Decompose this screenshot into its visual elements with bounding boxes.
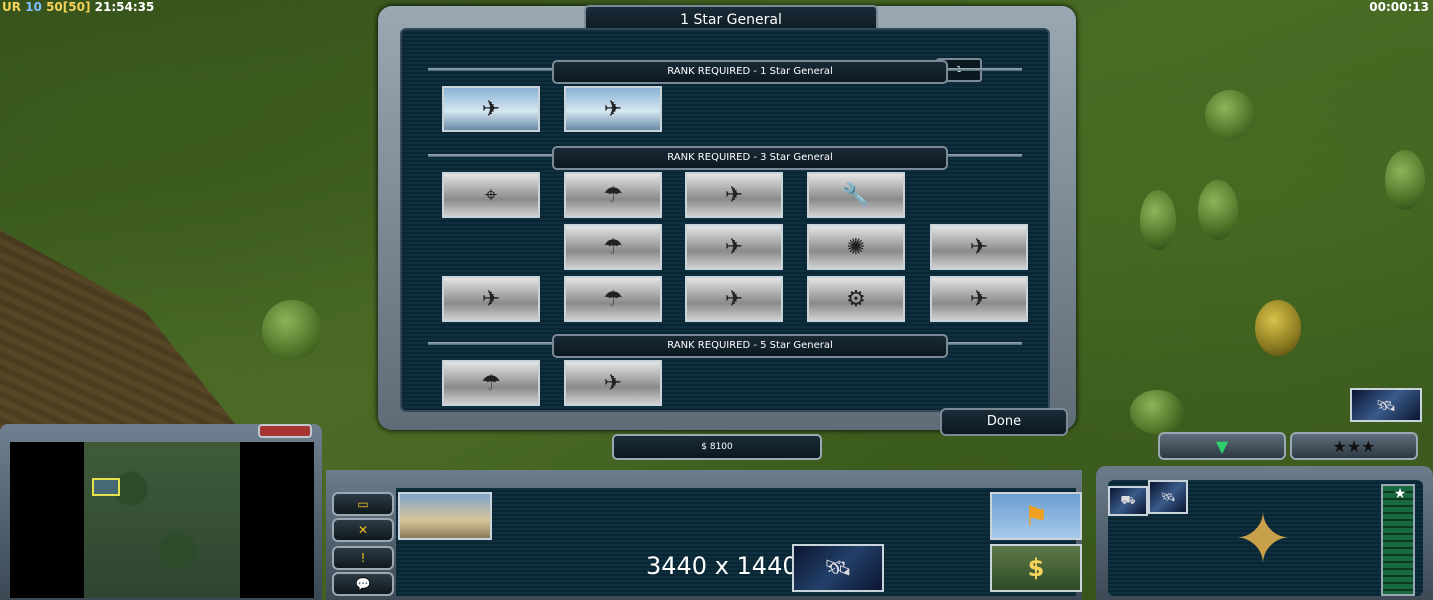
command-bar: $ 8100 ▭ ✕ ! 💬 3440 x 1440 🛰 ⚑ $ ▼ ★★★ 🛰… bbox=[0, 388, 1433, 600]
ability-button[interactable]: 🔧 bbox=[807, 172, 905, 218]
drone-icon: ✈ bbox=[481, 96, 501, 122]
collapse-panel-button[interactable]: ▼ bbox=[1158, 432, 1286, 460]
ability-button[interactable]: ✈ bbox=[564, 86, 662, 132]
rank-header-3: RANK REQUIRED - 3 Star General bbox=[552, 146, 948, 170]
select-units-button[interactable]: ▭ bbox=[332, 492, 394, 516]
attack-button[interactable]: ✕ bbox=[332, 518, 394, 542]
spectre-gunship-2-icon: ✈ bbox=[969, 286, 989, 312]
satellite-queue-icon[interactable]: 🛰 bbox=[1148, 480, 1188, 514]
chat-icon: 💬 bbox=[355, 577, 371, 591]
general-rank-frame: ⛟ 🛰 ✦ ★ bbox=[1096, 466, 1433, 600]
minimap[interactable] bbox=[10, 442, 314, 598]
ability-button[interactable]: ✈ bbox=[685, 276, 783, 322]
spectre-gunship-icon: ✈ bbox=[969, 234, 989, 260]
tree bbox=[1140, 190, 1176, 250]
paradrop-icon: ☂ bbox=[603, 182, 623, 208]
fuel-air-bomb-icon: ✈ bbox=[603, 370, 623, 396]
repair-wrench-icon: 🔧 bbox=[842, 182, 870, 208]
tree bbox=[1198, 180, 1238, 240]
repair-3-icon: ⚙ bbox=[846, 286, 866, 312]
hud-stat-1: UR bbox=[2, 0, 21, 14]
a10-strike-3-icon: ✈ bbox=[724, 286, 744, 312]
radar-frame bbox=[0, 424, 322, 600]
sniper-icon: ⌖ bbox=[484, 182, 498, 208]
a10-strike-2-icon: ✈ bbox=[724, 234, 744, 260]
general-rank-emblem-icon: ✦ bbox=[1233, 498, 1293, 580]
ability-button[interactable]: ⚙ bbox=[807, 276, 905, 322]
paradrop-2-icon: ☂ bbox=[603, 234, 623, 260]
hud-stats: UR 10 50[50] 21:54:35 bbox=[2, 0, 154, 14]
cash-bounty-icon[interactable]: $ bbox=[990, 544, 1082, 592]
ability-button[interactable]: ⌖ bbox=[442, 172, 540, 218]
rank-header-1: RANK REQUIRED - 1 Star General bbox=[552, 60, 948, 84]
general-rank-body: ⛟ 🛰 ✦ ★ bbox=[1108, 480, 1423, 596]
satellite-icon: 🛰 bbox=[792, 544, 884, 592]
ability-button[interactable]: ☂ bbox=[564, 172, 662, 218]
alert-icon: ! bbox=[360, 551, 366, 565]
money-display: $ 8100 bbox=[612, 434, 822, 460]
panel-body: 1 RANK REQUIRED - 1 Star General RANK RE… bbox=[400, 28, 1068, 436]
tree bbox=[1385, 150, 1425, 210]
hud-clock: 21:54:35 bbox=[94, 0, 155, 14]
ability-button[interactable]: ✈ bbox=[685, 224, 783, 270]
select-units-icon: ▭ bbox=[357, 497, 369, 511]
ability-button[interactable]: ✈ bbox=[564, 360, 662, 406]
resolution-label: 3440 x 1440 bbox=[646, 552, 798, 580]
ability-button[interactable]: ☂ bbox=[564, 276, 662, 322]
satellite-thumb-icon[interactable]: 🛰 bbox=[1350, 388, 1422, 422]
flag-icon[interactable]: ⚑ bbox=[990, 492, 1082, 540]
crossed-swords-icon: ✕ bbox=[357, 523, 369, 537]
unit-queue-icon[interactable]: ⛟ bbox=[1108, 486, 1148, 516]
ability-button[interactable]: ☂ bbox=[442, 360, 540, 406]
minimap-terrain bbox=[84, 442, 240, 598]
supply-drop-icon: ☂ bbox=[481, 370, 501, 396]
dozer-unit-portrait[interactable] bbox=[398, 492, 492, 540]
tree bbox=[262, 300, 322, 360]
tree bbox=[1205, 90, 1255, 140]
rank-star-icon: ★ bbox=[1393, 486, 1407, 502]
camera-view-marker bbox=[92, 478, 120, 496]
general-powers-panel: 1 Star General 1 RANK REQUIRED - 1 Star … bbox=[378, 5, 1076, 436]
general-stars-button[interactable]: ★★★ bbox=[1290, 432, 1418, 460]
ability-button[interactable]: ✈ bbox=[685, 172, 783, 218]
ability-button[interactable]: ☂ bbox=[564, 224, 662, 270]
a10-strike-icon: ✈ bbox=[724, 182, 744, 208]
hud-stat-3: 50[50] bbox=[46, 0, 91, 14]
ability-button[interactable]: ✈ bbox=[442, 86, 540, 132]
ability-button[interactable]: ✺ bbox=[807, 224, 905, 270]
ability-button[interactable]: ✈ bbox=[930, 224, 1028, 270]
stealth-jet-icon: ✈ bbox=[603, 96, 623, 122]
radar-toggle-button[interactable] bbox=[258, 424, 312, 438]
paradrop-3-icon: ☂ bbox=[603, 286, 623, 312]
rank-header-5: RANK REQUIRED - 5 Star General bbox=[552, 334, 948, 358]
ability-button[interactable]: ✈ bbox=[930, 276, 1028, 322]
control-panel: ▭ ✕ ! 💬 3440 x 1440 🛰 ⚑ $ bbox=[326, 470, 1082, 600]
chat-button[interactable]: 💬 bbox=[332, 572, 394, 596]
dirt-field bbox=[0, 230, 240, 430]
alert-button[interactable]: ! bbox=[332, 546, 394, 570]
game-timer: 00:00:13 bbox=[1369, 0, 1429, 14]
carpet-bomb-icon: ✈ bbox=[481, 286, 501, 312]
ability-button[interactable]: ✈ bbox=[442, 276, 540, 322]
tree bbox=[1255, 300, 1301, 356]
hud-stat-2: 10 bbox=[25, 0, 42, 14]
emp-blast-icon: ✺ bbox=[846, 234, 866, 260]
